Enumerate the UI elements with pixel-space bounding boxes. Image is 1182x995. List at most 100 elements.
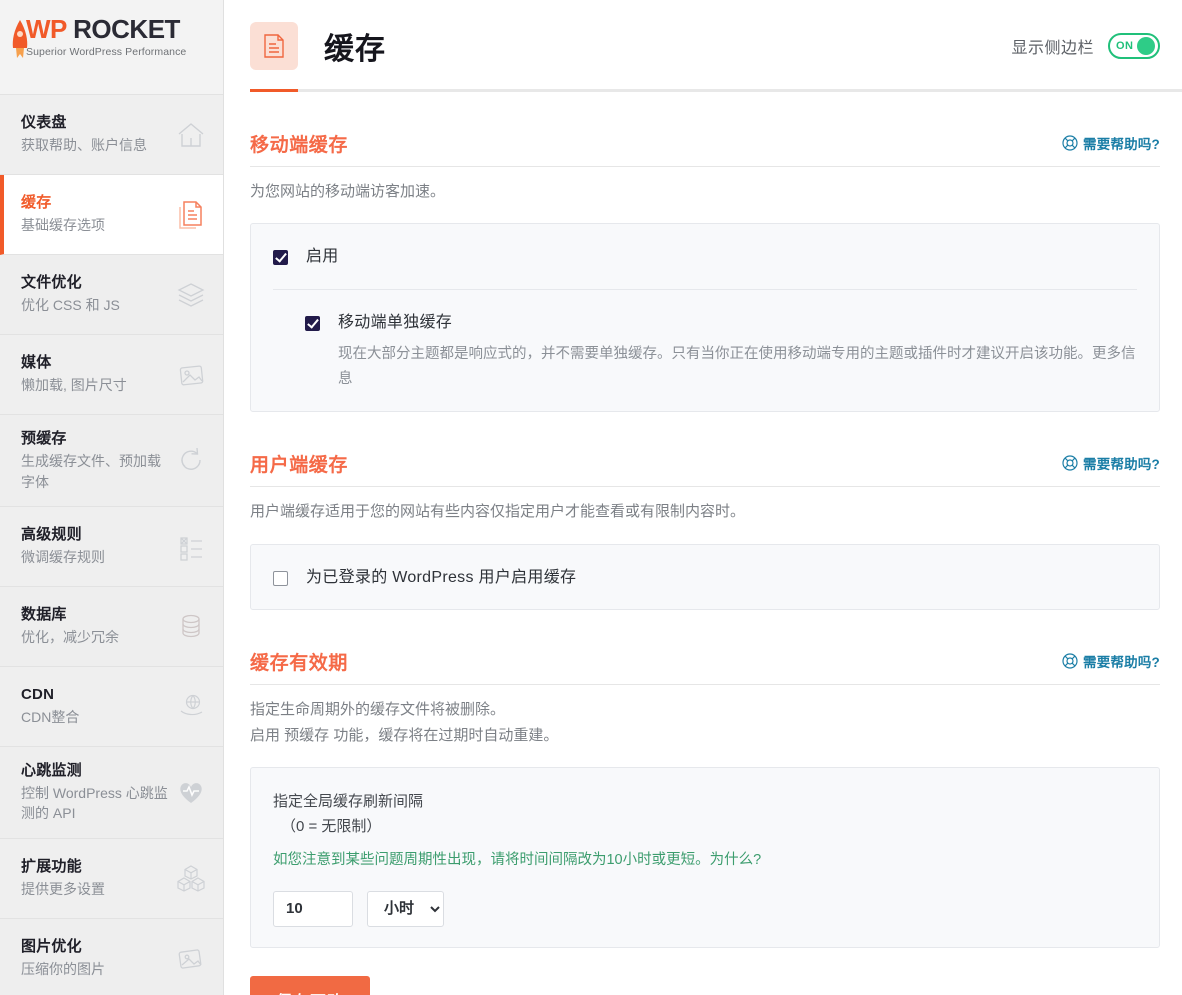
sidebar-item-heartbeat[interactable]: 心跳监测 控制 WordPress 心跳监测的 API [0,746,223,839]
mobile-separate-label: 移动端单独缓存 [338,313,453,331]
brand-title-wp: WP [26,14,67,44]
section-description-line1: 指定生命周期外的缓存文件将被删除。 [250,700,506,718]
section-cache-lifespan: 缓存有效期 需要帮助吗? 指定生命周期外的缓存文件将被删除。 启用 预缓存 功能… [250,610,1160,995]
sidebar-item-image-optimization[interactable]: 图片优化 压缩你的图片 [0,918,223,995]
section-user-cache: 用户端缓存 需要帮助吗? 用户端缓存适用于您的网站有些内容仅指定用户才能查看或有… [250,412,1160,610]
database-icon [173,608,209,644]
mobile-enable-label: 启用 [306,248,339,266]
help-link-label: 需要帮助吗? [1083,654,1160,670]
media-image-icon [173,357,209,393]
toggle-state-label: ON [1116,40,1134,52]
lifebuoy-icon [1062,135,1078,151]
sidebar-toggle-label: 显示侧边栏 [1011,40,1094,57]
sidebar-item-desc: 获取帮助、账户信息 [21,137,147,154]
sidebar-item-label: 预缓存 [21,430,67,447]
cubes-icon [173,860,209,896]
page-title: 缓存 [324,33,386,66]
image-stack-icon [173,940,209,976]
page-header: 缓存 显示侧边栏 ON [250,0,1182,92]
lifebuoy-icon [1062,455,1078,471]
section-title: 移动端缓存 [250,135,349,156]
user-cache-row[interactable]: 为已登录的 WordPress 用户启用缓存 [273,545,1137,609]
help-link[interactable]: 需要帮助吗? [1062,651,1160,671]
mobile-separate-checkbox[interactable] [305,315,320,331]
mobile-enable-checkbox[interactable] [273,250,288,266]
mobile-separate-help: 现在大部分主题都是响应式的，并不需要单独缓存。只有当你正在使用移动端专用的主题或… [338,346,1136,387]
cache-lifespan-unit-select[interactable]: 分钟小时天 [367,890,444,927]
toggle-knob [1137,37,1155,55]
sidebar-item-addons[interactable]: 扩展功能 提供更多设置 [0,838,223,919]
cache-lifespan-label-line1: 指定全局缓存刷新间隔 [273,793,424,811]
refresh-icon [173,442,209,478]
sidebar-item-desc: 优化 CSS 和 JS [21,297,120,314]
rocket-icon [8,18,32,68]
section-description: 为您网站的移动端访客加速。 [250,183,446,200]
sidebar-item-desc: 生成缓存文件、预加载字体 [21,453,161,490]
sidebar-item-cache[interactable]: 缓存 基础缓存选项 [0,175,223,255]
sidebar-item-label: 缓存 [21,194,52,212]
help-link[interactable]: 需要帮助吗? [1062,133,1160,153]
sidebar-item-preload[interactable]: 预缓存 生成缓存文件、预加载字体 [0,415,223,507]
cache-lifespan-row: 指定全局缓存刷新间隔 （0 = 无限制） 如您注意到某些问题周期性出现，请将时间… [273,768,1137,946]
brand-title: WP ROCKET [26,14,186,44]
heartbeat-icon [173,774,209,810]
cache-lifespan-note: 如您注意到某些问题周期性出现，请将时间间隔改为10小时或更短。为什么? [273,851,762,868]
sidebar-visibility-toggle[interactable]: ON [1108,33,1160,59]
sidebar-item-label: 媒体 [21,354,52,372]
sidebar-item-label: 心跳监测 [21,761,82,779]
sidebar-item-cdn[interactable]: CDN CDN整合 [0,666,223,747]
checklist-icon [173,528,209,564]
document-icon [250,22,298,70]
section-title: 缓存有效期 [250,652,349,674]
layers-icon [173,277,209,313]
sidebar-item-desc: 压缩你的图片 [21,961,105,978]
brand-title-rocket: ROCKET [73,14,180,44]
sidebar-item-database[interactable]: 数据库 优化，减少冗余 [0,586,223,667]
lifebuoy-icon [1062,653,1078,669]
brand-tagline: Superior WordPress Performance [26,46,187,59]
user-cache-panel: 为已登录的 WordPress 用户启用缓存 [250,543,1160,610]
mobile-separate-row[interactable]: 移动端单独缓存 现在大部分主题都是响应式的，并不需要单独缓存。只有当你正在使用移… [273,288,1137,412]
section-title: 用户端缓存 [250,455,349,477]
section-mobile-cache: 移动端缓存 需要帮助吗? 为您网站的移动端访客加速。 启用 移动端单独缓存 现在… [250,92,1160,413]
brand-logo: WP ROCKET Superior WordPress Performance [0,0,223,95]
sidebar-item-desc: 提供更多设置 [21,881,105,898]
mobile-enable-row[interactable]: 启用 [273,224,1137,288]
cache-lifespan-label-line2: （0 = 无限制） [281,818,382,836]
mobile-cache-panel: 启用 移动端单独缓存 现在大部分主题都是响应式的，并不需要单独缓存。只有当你正在… [250,223,1160,413]
sidebar-item-desc: 懒加载, 图片尺寸 [21,377,127,394]
sidebar-item-desc: 微调缓存规则 [21,549,105,566]
sidebar-item-label: 文件优化 [21,274,82,292]
cdn-globe-icon [173,688,209,724]
sidebar-item-label: 高级规则 [21,526,82,544]
sidebar-nav: 仪表盘 获取帮助、账户信息 缓存 基础缓存选项 文件优化 优化 CSS 和 JS… [0,95,223,995]
user-cache-label: 为已登录的 WordPress 用户启用缓存 [306,568,577,586]
section-description-line2: 启用 预缓存 功能，缓存将在过期时自动重建。 [250,727,559,745]
sidebar-item-desc: 控制 WordPress 心跳监测的 API [21,785,168,822]
home-icon [173,117,209,153]
sidebar-item-label: 数据库 [21,606,67,624]
main-content: 缓存 显示侧边栏 ON 移动端缓存 需要帮助吗? 为您网站的移动端访客加速。 启… [224,0,1182,995]
sidebar-item-advanced-rules[interactable]: 高级规则 微调缓存规则 [0,506,223,587]
document-icon [173,197,209,233]
help-link-label: 需要帮助吗? [1083,137,1160,152]
save-button[interactable]: 保存更改 [250,975,371,995]
sidebar-item-label: 仪表盘 [21,114,67,132]
sidebar: WP ROCKET Superior WordPress Performance… [0,0,224,995]
sidebar-item-file-optimization[interactable]: 文件优化 优化 CSS 和 JS [0,255,223,335]
section-description: 用户端缓存适用于您的网站有些内容仅指定用户才能查看或有限制内容时。 [250,503,746,521]
header-underline [250,89,1182,92]
user-cache-checkbox[interactable] [273,570,288,586]
sidebar-item-media[interactable]: 媒体 懒加载, 图片尺寸 [0,335,223,415]
sidebar-item-label: CDN [21,686,55,704]
sidebar-item-dashboard[interactable]: 仪表盘 获取帮助、账户信息 [0,95,223,175]
help-link-label: 需要帮助吗? [1083,457,1160,473]
sidebar-item-label: 扩展功能 [21,857,82,875]
help-link[interactable]: 需要帮助吗? [1062,453,1160,473]
wp-rocket-settings-page: WP ROCKET Superior WordPress Performance… [0,0,1182,995]
cache-lifespan-input[interactable] [273,890,353,927]
sidebar-item-desc: 优化，减少冗余 [21,629,119,646]
cache-lifespan-panel: 指定全局缓存刷新间隔 （0 = 无限制） 如您注意到某些问题周期性出现，请将时间… [250,767,1160,948]
sidebar-item-desc: CDN整合 [21,709,80,726]
sidebar-item-desc: 基础缓存选项 [21,217,105,234]
